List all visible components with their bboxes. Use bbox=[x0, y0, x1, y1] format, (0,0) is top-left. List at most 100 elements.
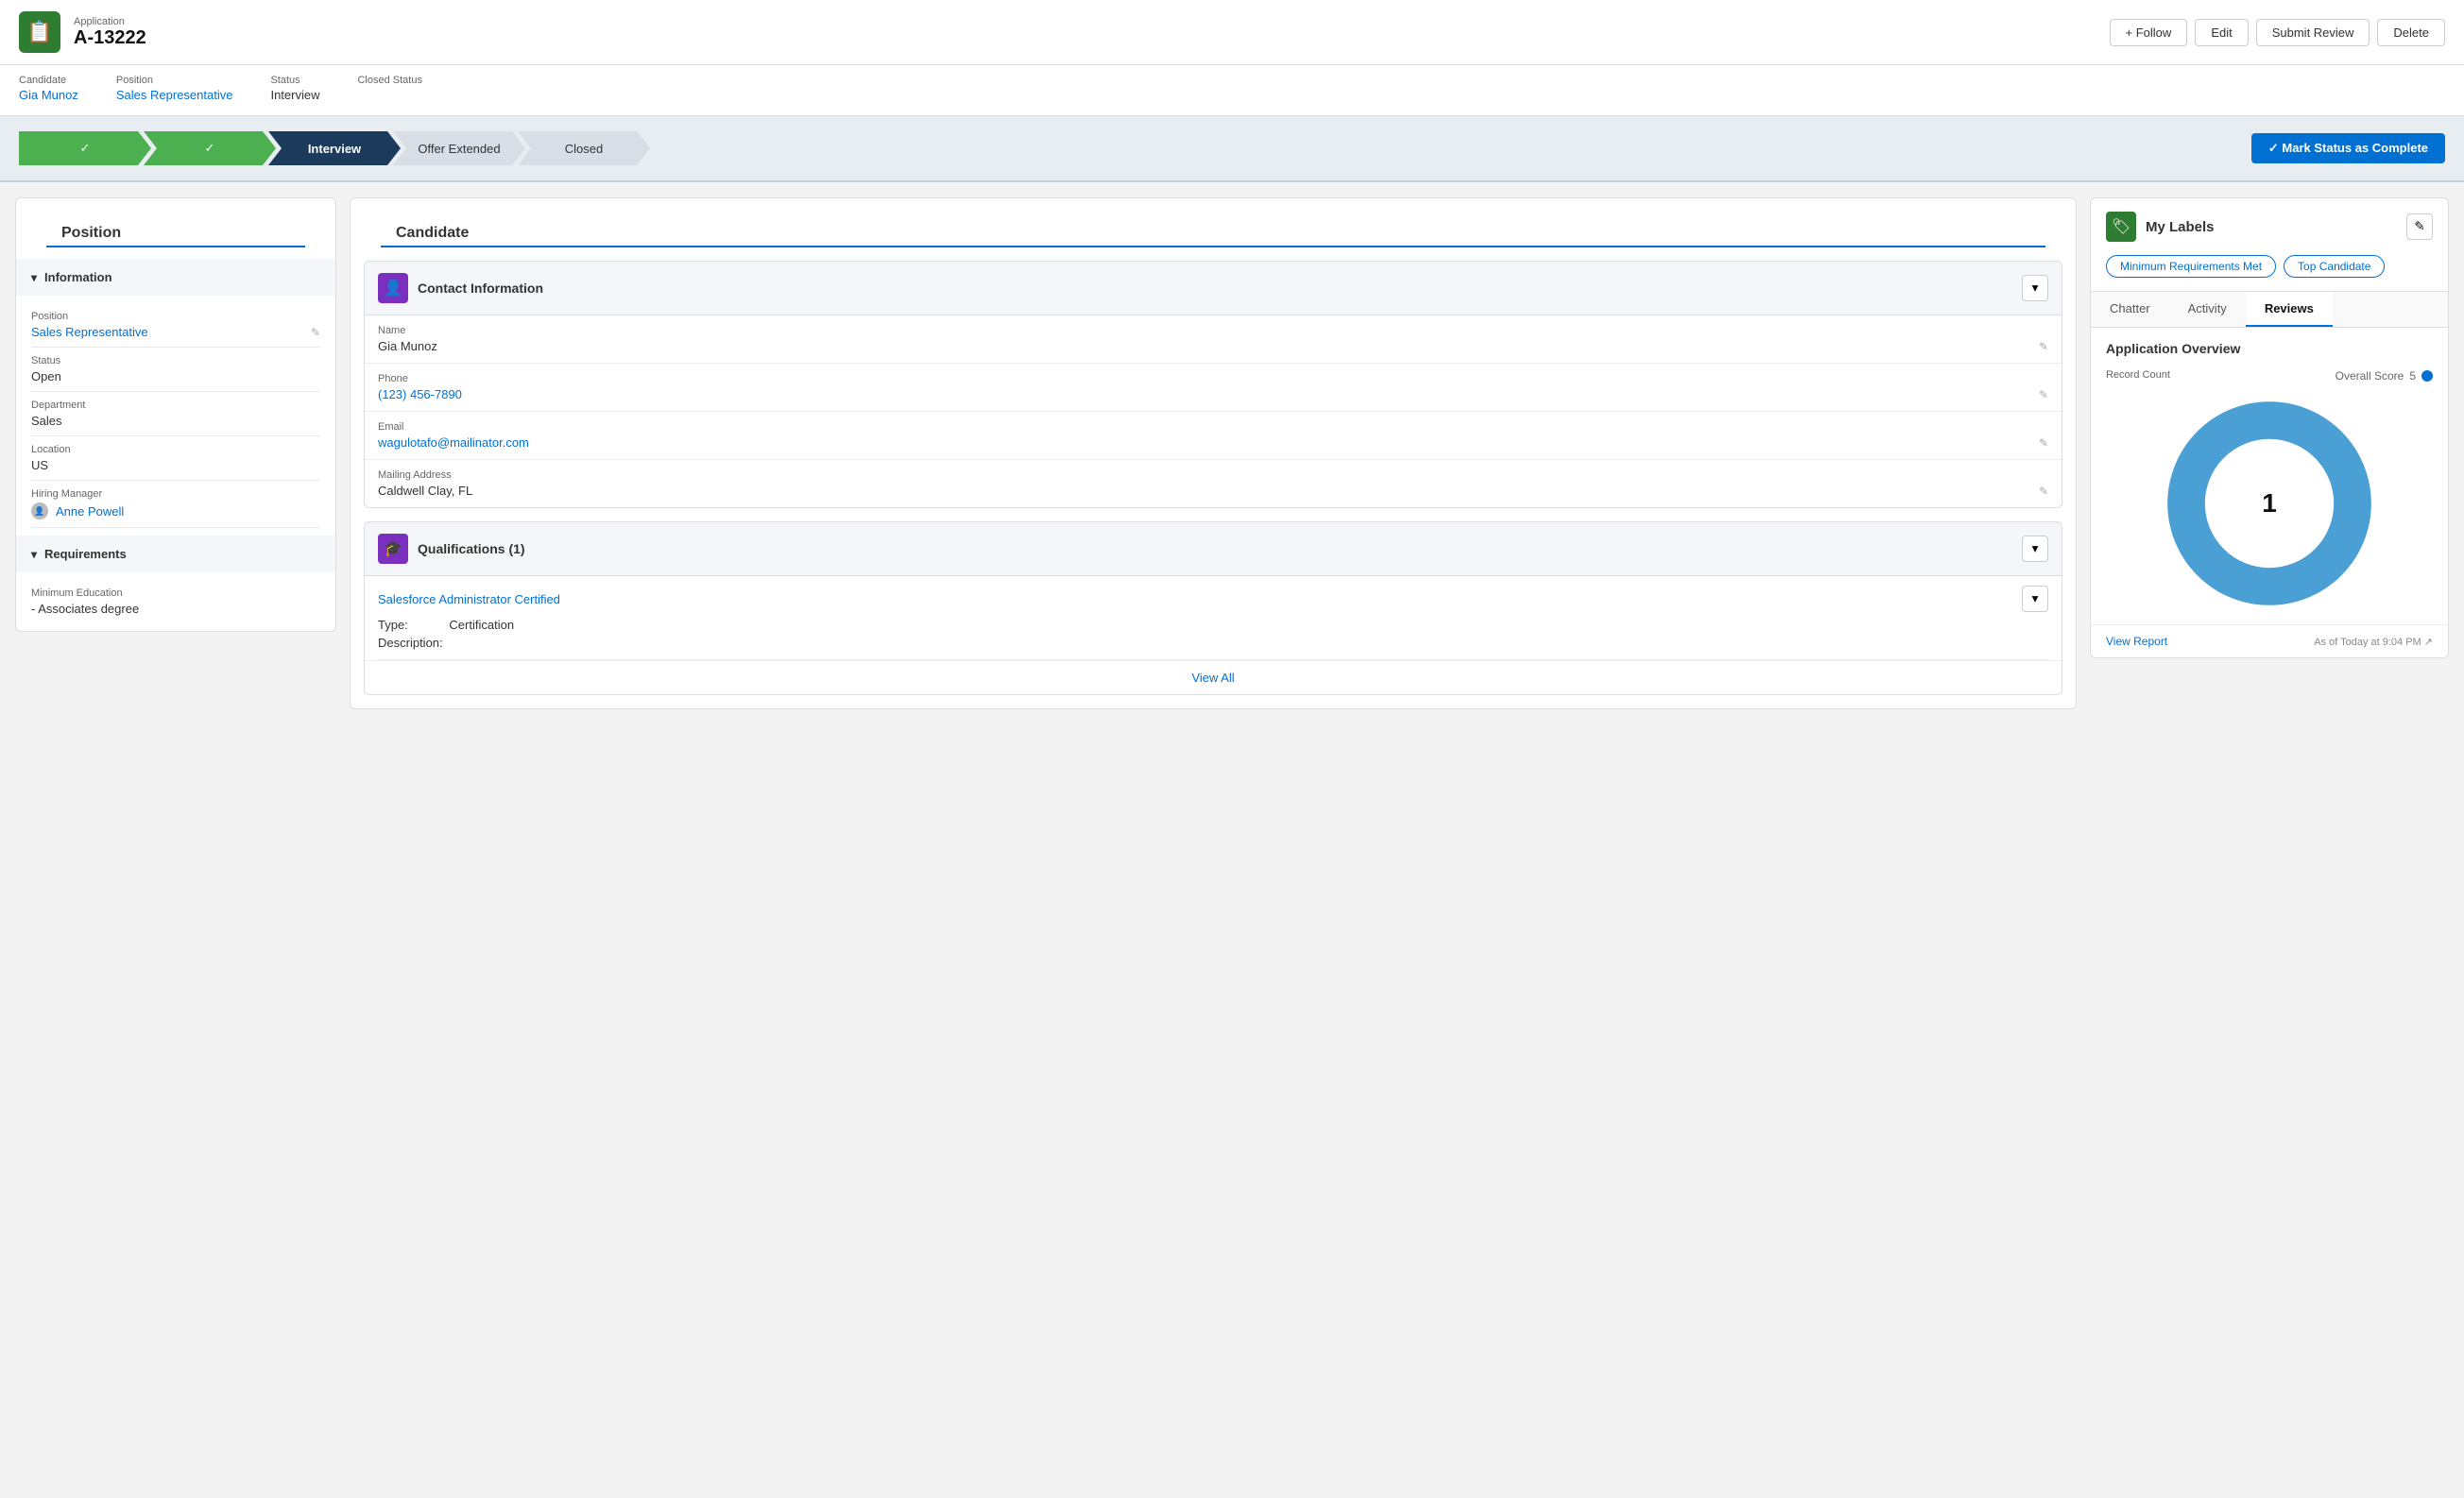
qual-type-value: Certification bbox=[449, 618, 514, 632]
main-content: Position ▾ Information Position Sales Re… bbox=[0, 182, 2464, 724]
candidate-panel-title: Candidate bbox=[381, 212, 2045, 247]
header-left: 📋 Application A-13222 bbox=[19, 11, 146, 53]
left-panel: Position ▾ Information Position Sales Re… bbox=[15, 197, 336, 632]
qualifications-dropdown-button[interactable]: ▾ bbox=[2022, 536, 2048, 562]
qualification-item: Salesforce Administrator Certified ▾ Typ… bbox=[378, 576, 2048, 660]
edit-position-icon[interactable]: ✎ bbox=[311, 326, 320, 339]
contact-name-value: Gia Munoz bbox=[378, 339, 437, 353]
requirements-label: Requirements bbox=[44, 547, 127, 561]
field-hiring-manager: Hiring Manager 👤 Anne Powell bbox=[31, 481, 320, 528]
middle-panel: Candidate 👤 Contact Information ▾ Name G… bbox=[350, 197, 2077, 709]
donut-chart-wrapper: 1 bbox=[2106, 390, 2433, 611]
contact-email-field: Email wagulotafo@mailinator.com ✎ bbox=[365, 412, 2062, 460]
field-min-education: Minimum Education - Associates degree bbox=[31, 580, 320, 623]
chevron-down-icon: ▾ bbox=[31, 271, 37, 284]
label-badge-min-req[interactable]: Minimum Requirements Met bbox=[2106, 255, 2276, 278]
edit-name-icon[interactable]: ✎ bbox=[2039, 340, 2048, 353]
position-value-link[interactable]: Sales Representative bbox=[31, 325, 148, 339]
edit-address-icon[interactable]: ✎ bbox=[2039, 485, 2048, 498]
record-count-label: Record Count bbox=[2106, 369, 2170, 383]
breadcrumb-status: Status Interview bbox=[270, 75, 319, 102]
header-actions: + Follow Edit Submit Review Delete bbox=[2110, 19, 2445, 46]
overview-section: Application Overview Record Count Overal… bbox=[2091, 328, 2448, 624]
breadcrumb-closed-status: Closed Status bbox=[357, 75, 421, 102]
delete-button[interactable]: Delete bbox=[2377, 19, 2445, 46]
field-location: Location US bbox=[31, 436, 320, 481]
information-section-header[interactable]: ▾ Information bbox=[16, 259, 335, 296]
overall-score-label: Overall Score bbox=[2336, 369, 2404, 383]
contact-card-header: 👤 Contact Information ▾ bbox=[365, 262, 2062, 315]
phone-link[interactable]: (123) 456-7890 bbox=[378, 387, 462, 401]
view-report-link[interactable]: View Report bbox=[2106, 635, 2167, 648]
report-timestamp: As of Today at 9:04 PM ↗ bbox=[2314, 636, 2433, 648]
score-value: 5 bbox=[2409, 369, 2416, 383]
stage-item-offer[interactable]: Offer Extended bbox=[393, 131, 525, 165]
chevron-down-icon-req: ▾ bbox=[31, 548, 37, 561]
breadcrumb-row: Candidate Gia Munoz Position Sales Repre… bbox=[0, 65, 2464, 116]
email-link[interactable]: wagulotafo@mailinator.com bbox=[378, 435, 529, 450]
qualifications-list: Salesforce Administrator Certified ▾ Typ… bbox=[365, 576, 2062, 660]
qualification-name-link[interactable]: Salesforce Administrator Certified bbox=[378, 592, 560, 606]
candidate-link[interactable]: Gia Munoz bbox=[19, 88, 78, 102]
min-education-value: - Associates degree bbox=[31, 602, 139, 616]
position-link[interactable]: Sales Representative bbox=[116, 88, 233, 102]
submit-review-button[interactable]: Submit Review bbox=[2256, 19, 2370, 46]
stage-item-2[interactable]: ✓ bbox=[144, 131, 276, 165]
address-value: Caldwell Clay, FL bbox=[378, 484, 472, 498]
right-panel: 🏷 My Labels ✎ Minimum Requirements Met T… bbox=[2090, 197, 2449, 658]
hiring-manager-link[interactable]: Anne Powell bbox=[56, 504, 124, 519]
stage-item-interview[interactable]: Interview bbox=[268, 131, 401, 165]
information-fields: Position Sales Representative ✎ Status O… bbox=[16, 296, 335, 536]
status-value: Open bbox=[31, 369, 61, 383]
stage-item-1[interactable]: ✓ bbox=[19, 131, 151, 165]
contact-card-icon: 👤 bbox=[378, 273, 408, 303]
tabs-row: Chatter Activity Reviews bbox=[2091, 291, 2448, 328]
label-badges: Minimum Requirements Met Top Candidate bbox=[2091, 255, 2448, 291]
edit-phone-icon[interactable]: ✎ bbox=[2039, 388, 2048, 401]
tab-reviews[interactable]: Reviews bbox=[2246, 292, 2333, 327]
qualifications-card-title: Qualifications (1) bbox=[418, 541, 525, 556]
location-value: US bbox=[31, 458, 48, 472]
contact-card-title: Contact Information bbox=[418, 281, 543, 296]
contact-address-field: Mailing Address Caldwell Clay, FL ✎ bbox=[365, 460, 2062, 507]
app-label: Application bbox=[74, 16, 146, 27]
score-dot bbox=[2421, 370, 2433, 382]
qualification-item-dropdown[interactable]: ▾ bbox=[2022, 586, 2048, 612]
field-department: Department Sales bbox=[31, 392, 320, 436]
app-header: 📋 Application A-13222 + Follow Edit Subm… bbox=[0, 0, 2464, 65]
labels-edit-button[interactable]: ✎ bbox=[2406, 213, 2433, 240]
qualifications-card-header: 🎓 Qualifications (1) ▾ bbox=[365, 522, 2062, 576]
mark-status-button[interactable]: ✓ Mark Status as Complete bbox=[2251, 133, 2445, 163]
donut-center-value: 1 bbox=[2262, 488, 2277, 519]
contact-name-field: Name Gia Munoz ✎ bbox=[365, 315, 2062, 364]
view-all-button[interactable]: View All bbox=[365, 660, 2062, 694]
labels-icon: 🏷 bbox=[2106, 212, 2136, 242]
qualifications-card: 🎓 Qualifications (1) ▾ Salesforce Admini… bbox=[364, 521, 2062, 695]
tab-chatter[interactable]: Chatter bbox=[2091, 292, 2169, 327]
contact-card: 👤 Contact Information ▾ Name Gia Munoz ✎… bbox=[364, 261, 2062, 508]
field-position: Position Sales Representative ✎ bbox=[31, 303, 320, 348]
qual-type-label: Type: bbox=[378, 618, 408, 632]
follow-button[interactable]: + Follow bbox=[2110, 19, 2188, 46]
position-panel-title: Position bbox=[46, 212, 305, 247]
requirements-section-header[interactable]: ▾ Requirements bbox=[16, 536, 335, 572]
stage-bar: ✓ ✓ Interview Offer Extended Closed ✓ Ma… bbox=[0, 116, 2464, 182]
overview-title: Application Overview bbox=[2106, 341, 2433, 356]
qual-desc-label: Description: bbox=[378, 636, 443, 650]
edit-email-icon[interactable]: ✎ bbox=[2039, 436, 2048, 450]
breadcrumb-position: Position Sales Representative bbox=[116, 75, 233, 102]
stage-item-closed[interactable]: Closed bbox=[518, 131, 650, 165]
hiring-manager-avatar: 👤 bbox=[31, 502, 48, 519]
app-id: A-13222 bbox=[74, 27, 146, 49]
breadcrumb-candidate: Candidate Gia Munoz bbox=[19, 75, 78, 102]
label-badge-top-candidate[interactable]: Top Candidate bbox=[2284, 255, 2385, 278]
qualifications-card-icon: 🎓 bbox=[378, 534, 408, 564]
contact-phone-field: Phone (123) 456-7890 ✎ bbox=[365, 364, 2062, 412]
department-value: Sales bbox=[31, 414, 62, 428]
edit-button[interactable]: Edit bbox=[2195, 19, 2248, 46]
view-report-row: View Report As of Today at 9:04 PM ↗ bbox=[2091, 624, 2448, 657]
app-title-group: Application A-13222 bbox=[74, 16, 146, 49]
contact-dropdown-button[interactable]: ▾ bbox=[2022, 275, 2048, 301]
tab-activity[interactable]: Activity bbox=[2169, 292, 2246, 327]
requirements-fields: Minimum Education - Associates degree bbox=[16, 572, 335, 631]
